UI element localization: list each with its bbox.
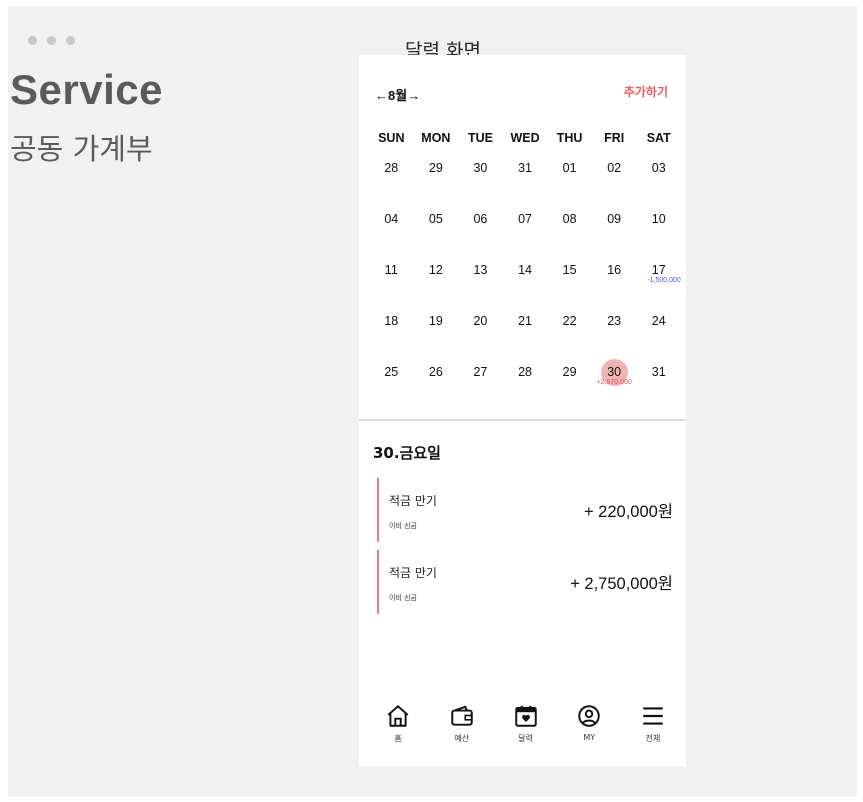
tab-label: 전체: [645, 734, 661, 743]
calendar-day[interactable]: 28: [503, 361, 548, 383]
bottom-tab-bar: 홈 예산 달력 MY 전체: [373, 703, 678, 744]
weekday-header: SUN MON TUE WED THU FRI SAT: [369, 131, 681, 145]
window-dot-icon: [47, 36, 56, 45]
calendar-day[interactable]: 23: [592, 310, 637, 332]
calendar-day[interactable]: 21: [503, 310, 548, 332]
window-dot-icon: [28, 36, 37, 45]
calendar-day[interactable]: 09: [592, 208, 637, 230]
calendar-day[interactable]: 13: [458, 259, 503, 281]
home-icon: [387, 705, 409, 727]
calendar-day[interactable]: 05: [414, 208, 459, 230]
income-amount: +2,970,000: [596, 379, 632, 386]
transaction-amount: + 2,750,000원: [570, 575, 673, 593]
calendar-day[interactable]: 03: [636, 157, 681, 179]
calendar-day-selected[interactable]: 30 +2,970,000: [592, 358, 637, 386]
transaction-item[interactable]: 적금 만기 이비 신금 + 220,000원: [377, 478, 677, 542]
calendar-day[interactable]: 25: [369, 361, 414, 383]
add-button[interactable]: 추가하기: [624, 83, 668, 100]
calendar-day[interactable]: 10: [636, 208, 681, 230]
calendar-week: 28 29 30 31 01 02 03: [369, 157, 681, 179]
transaction-item[interactable]: 적금 만기 이비 신금 + 2,750,000원: [377, 550, 677, 614]
calendar-day[interactable]: 26: [414, 361, 459, 383]
calendar-week: 04 05 06 07 08 09 10: [369, 208, 681, 230]
transaction-amount: + 220,000원: [583, 503, 673, 521]
tab-home[interactable]: 홈: [373, 703, 423, 744]
weekday-label: SUN: [378, 131, 405, 145]
calendar-day[interactable]: 31: [636, 361, 681, 383]
calendar-day[interactable]: 07: [503, 208, 548, 230]
wallet-icon: [451, 705, 473, 726]
calendar-day[interactable]: 04: [369, 208, 414, 230]
calendar-day[interactable]: 30: [458, 157, 503, 179]
transaction-subtitle: 이비 신금: [389, 522, 417, 530]
weekday-label: TUE: [467, 131, 493, 145]
entry-accent-bar: [377, 478, 379, 542]
transaction-subtitle: 이비 신금: [389, 594, 417, 602]
calendar-day[interactable]: 19: [414, 310, 459, 332]
calendar-day[interactable]: 24: [636, 310, 681, 332]
service-title: Service: [10, 66, 163, 113]
weekday-label: THU: [556, 131, 583, 145]
calendar-day[interactable]: 27: [458, 361, 503, 383]
tab-label: MY: [583, 733, 596, 742]
profile-icon: [578, 705, 600, 727]
tab-my[interactable]: MY: [564, 703, 614, 744]
tab-all[interactable]: 전체: [628, 703, 678, 744]
calendar-day[interactable]: 02: [592, 157, 637, 179]
calendar-day[interactable]: 12: [414, 259, 459, 281]
calendar-day[interactable]: 08: [547, 208, 592, 230]
weekday-label: SAT: [646, 131, 671, 145]
calendar-day[interactable]: 14: [503, 259, 548, 281]
expense-amount: -1,500,000: [647, 277, 681, 284]
calendar-day[interactable]: 17 -1,500,000: [636, 259, 681, 284]
selected-date-heading: 30.금요일: [373, 444, 441, 462]
calendar-day[interactable]: 06: [458, 208, 503, 230]
service-subtitle: 공동 가계부: [10, 132, 153, 166]
calendar-day[interactable]: 29: [547, 361, 592, 383]
menu-icon: [643, 707, 663, 725]
weekday-label: WED: [510, 131, 540, 145]
calendar-day[interactable]: 20: [458, 310, 503, 332]
month-navigator[interactable]: ←8월→: [375, 85, 420, 104]
window-dots: [28, 36, 75, 45]
calendar-week: 25 26 27 28 29 30 +2,970,000 31: [369, 358, 681, 386]
phone-screen: ←8월→ 추가하기 SUN MON TUE WED THU FRI SAT 28…: [359, 55, 686, 766]
window-dot-icon: [66, 36, 75, 45]
weekday-label: FRI: [604, 131, 625, 145]
transaction-title: 적금 만기: [389, 566, 437, 580]
tab-label: 예산: [454, 734, 470, 743]
calendar-day[interactable]: 18: [369, 310, 414, 332]
tab-label: 달력: [518, 734, 533, 743]
tab-calendar[interactable]: 달력: [501, 703, 551, 744]
section-divider: [359, 419, 686, 421]
calendar-day[interactable]: 29: [414, 157, 459, 179]
calendar-day[interactable]: 31: [503, 157, 548, 179]
weekday-label: MON: [421, 131, 451, 145]
calendar-day[interactable]: 16: [592, 259, 637, 281]
transaction-title: 적금 만기: [389, 494, 437, 508]
calendar-icon: [514, 705, 537, 727]
tab-label: 홈: [394, 734, 402, 743]
calendar-day[interactable]: 15: [547, 259, 592, 281]
calendar-day[interactable]: 22: [547, 310, 592, 332]
calendar-week: 11 12 13 14 15 16 17 -1,500,000: [369, 259, 681, 284]
calendar-day[interactable]: 11: [369, 259, 414, 281]
calendar-day[interactable]: 28: [369, 157, 414, 179]
calendar-day[interactable]: 01: [547, 157, 592, 179]
calendar-week: 18 19 20 21 22 23 24: [369, 310, 681, 332]
tab-budget[interactable]: 예산: [437, 703, 487, 744]
entry-accent-bar: [377, 550, 379, 614]
